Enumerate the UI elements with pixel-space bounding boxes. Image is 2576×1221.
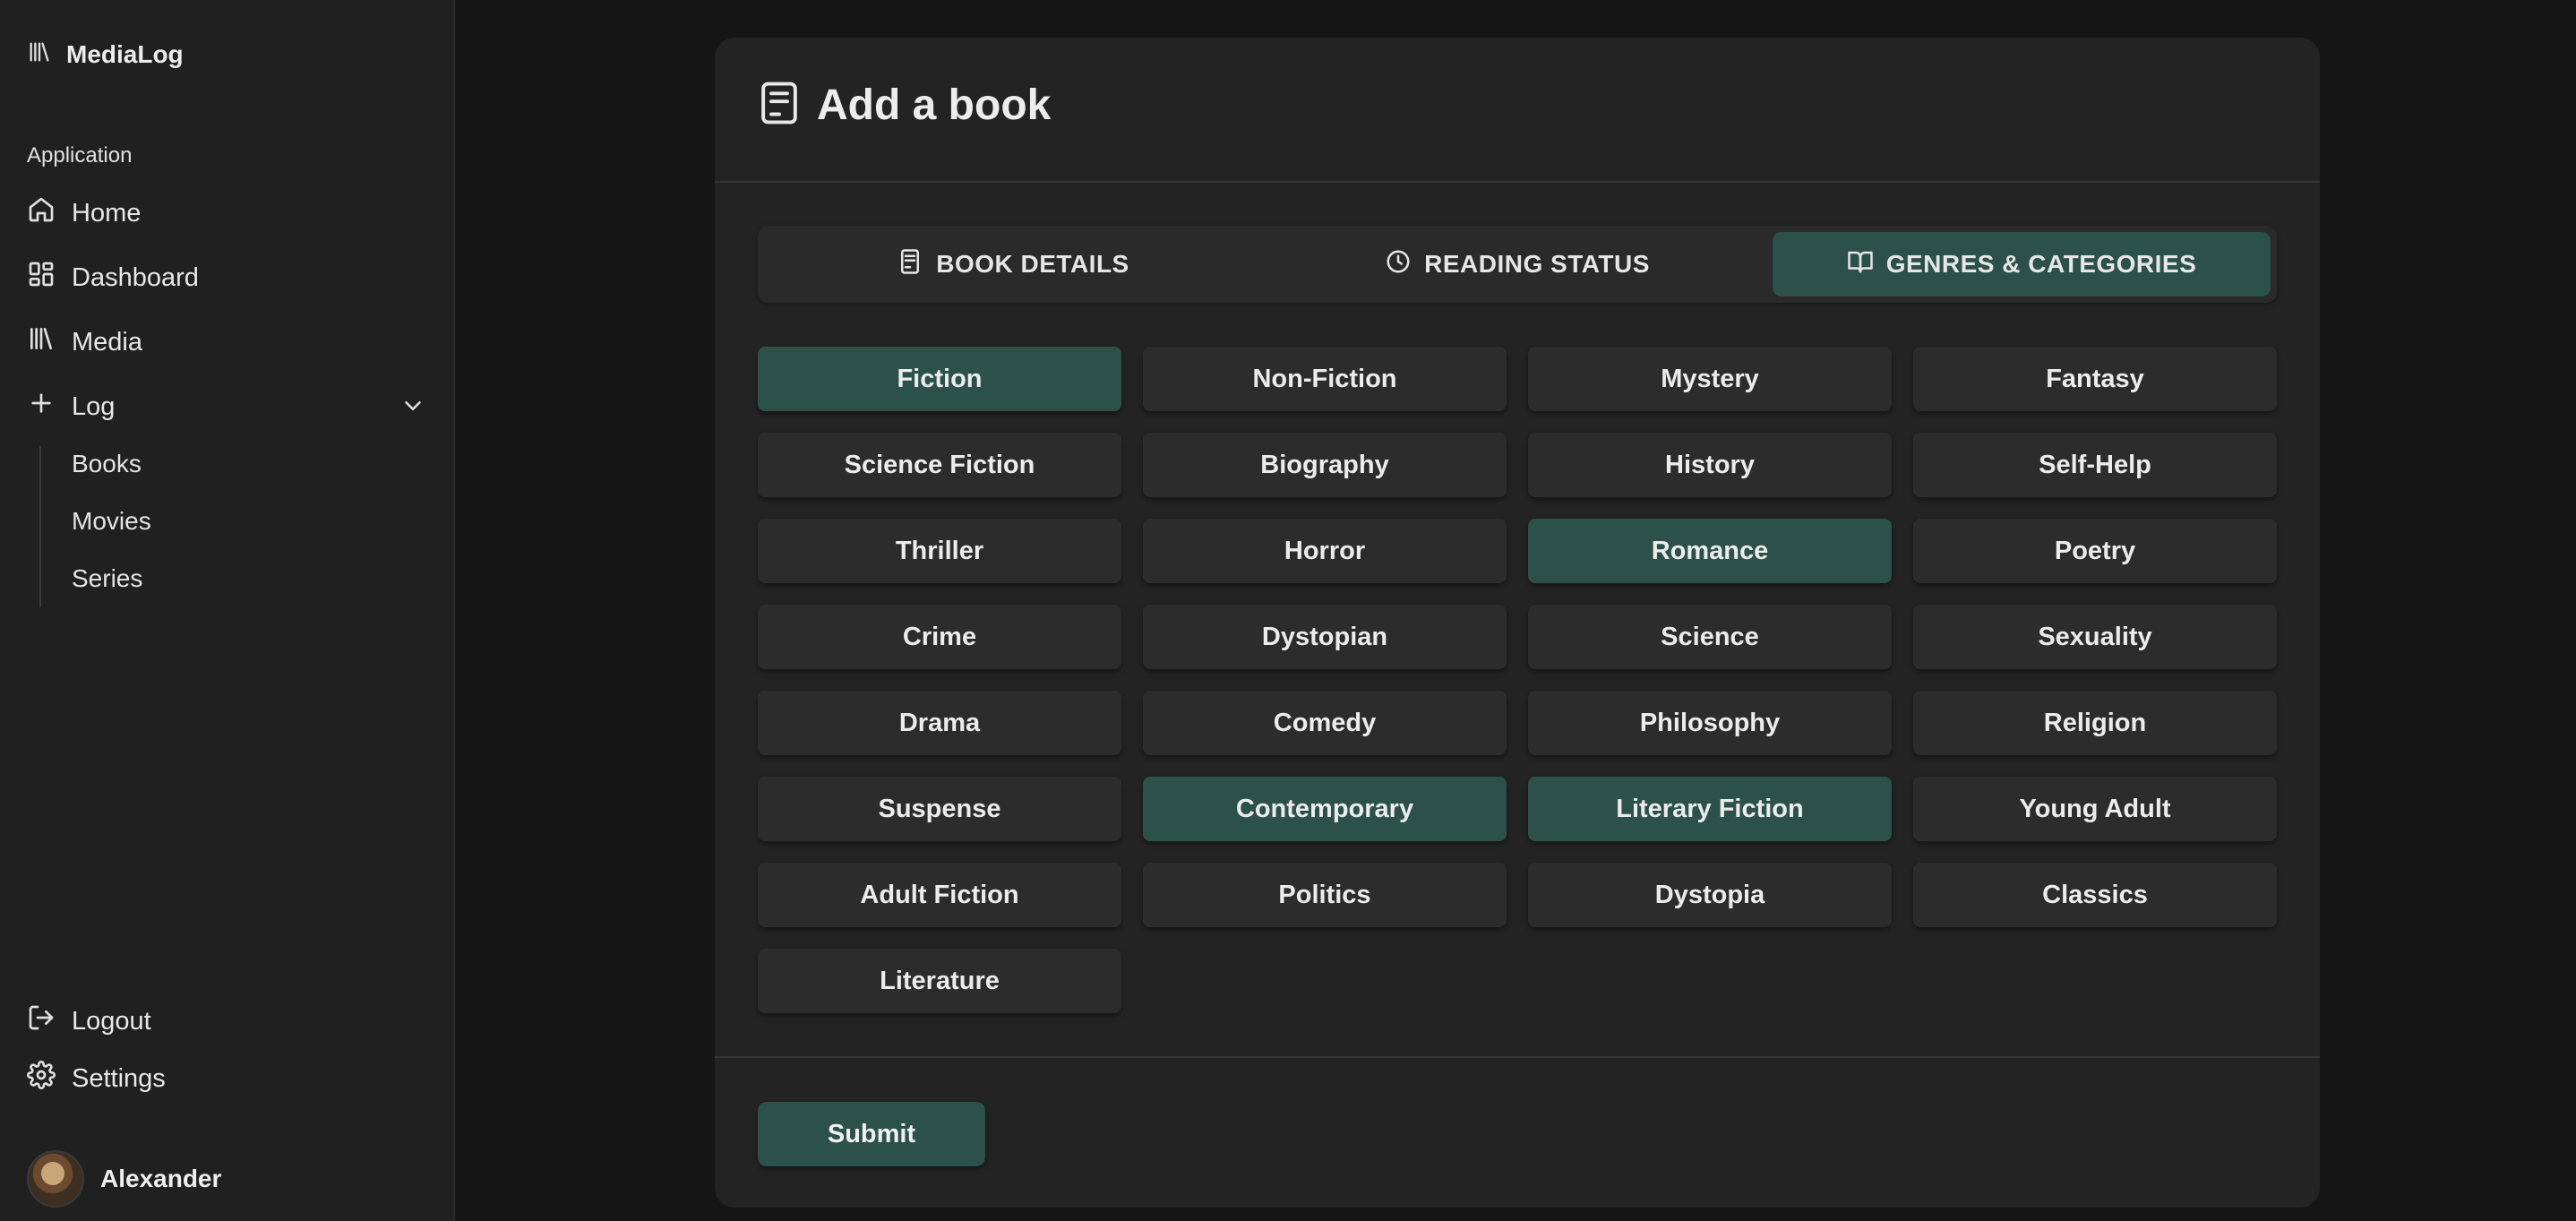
genre-chip[interactable]: Sexuality	[1913, 605, 2277, 669]
sidebar-item-label: Dashboard	[72, 262, 199, 292]
genre-chip[interactable]: Religion	[1913, 691, 2277, 755]
genre-chip[interactable]: Fiction	[758, 347, 1121, 411]
genre-chip[interactable]: Horror	[1143, 519, 1507, 583]
genre-chip[interactable]: Science Fiction	[758, 433, 1121, 497]
sidebar-subitem-books[interactable]: Books	[72, 450, 142, 478]
user-profile[interactable]: Alexander	[27, 1150, 221, 1208]
genre-chip[interactable]: Non-Fiction	[1143, 347, 1507, 411]
page-title: Add a book	[760, 81, 1051, 130]
logout-label: Logout	[72, 1006, 151, 1036]
genre-chip[interactable]: Thriller	[758, 519, 1121, 583]
sidebar-item-label: Log	[72, 391, 116, 421]
sidebar-item-label: Home	[72, 198, 142, 228]
genre-chip[interactable]: Philosophy	[1528, 691, 1892, 755]
open-book-icon	[1847, 248, 1874, 281]
document-icon	[760, 81, 799, 130]
sidebar-item-home[interactable]: Home	[27, 193, 141, 233]
sidebar-subitem-movies[interactable]: Movies	[72, 507, 151, 536]
genre-chip[interactable]: Contemporary	[1143, 777, 1507, 841]
footer-divider	[715, 1056, 2320, 1058]
genre-chip[interactable]: Comedy	[1143, 691, 1507, 755]
app-name: MediaLog	[66, 39, 184, 68]
card-header: Add a book	[715, 38, 2320, 183]
gear-icon	[27, 1061, 56, 1096]
tab-label: READING STATUS	[1424, 250, 1650, 278]
avatar	[27, 1150, 84, 1208]
genre-chip[interactable]: Literary Fiction	[1528, 777, 1892, 841]
genre-chip[interactable]: Poetry	[1913, 519, 2277, 583]
tab-book-details[interactable]: BOOK DETAILS	[764, 232, 1262, 297]
genre-chip[interactable]: Classics	[1913, 863, 2277, 927]
plus-icon	[27, 389, 56, 425]
genre-chip[interactable]: Suspense	[758, 777, 1121, 841]
sidebar-item-media[interactable]: Media	[27, 322, 142, 362]
tab-genres-categories[interactable]: GENRES & CATEGORIES	[1773, 232, 2271, 297]
dashboard-icon	[27, 260, 56, 296]
genre-chip[interactable]: Drama	[758, 691, 1121, 755]
logout-icon	[27, 1003, 56, 1039]
user-name: Alexander	[100, 1165, 222, 1192]
genre-chip[interactable]: Mystery	[1528, 347, 1892, 411]
title-text: Add a book	[817, 82, 1052, 129]
genre-chip[interactable]: Crime	[758, 605, 1121, 669]
document-icon	[897, 248, 923, 281]
logout-button[interactable]: Logout	[27, 1002, 151, 1041]
library-icon	[27, 324, 56, 360]
section-label: Application	[27, 143, 133, 168]
genre-chip[interactable]: Romance	[1528, 519, 1892, 583]
genre-chip[interactable]: Literature	[758, 949, 1121, 1013]
brand[interactable]: MediaLog	[27, 39, 184, 69]
sidebar-subitem-series[interactable]: Series	[72, 564, 142, 593]
add-book-card: Add a book BOOK DETAILS READING STATUS G…	[715, 38, 2320, 1208]
genre-chip[interactable]: Self-Help	[1913, 433, 2277, 497]
genre-chip[interactable]: Dystopia	[1528, 863, 1892, 927]
chevron-down-icon[interactable]	[399, 392, 426, 419]
sidebar-item-label: Media	[72, 327, 142, 357]
genre-chip[interactable]: Biography	[1143, 433, 1507, 497]
genre-chip[interactable]: Dystopian	[1143, 605, 1507, 669]
clock-icon	[1385, 248, 1412, 281]
genre-chip[interactable]: History	[1528, 433, 1892, 497]
home-icon	[27, 195, 56, 231]
sidebar-item-log[interactable]: Log	[27, 387, 115, 426]
genre-chip[interactable]: Fantasy	[1913, 347, 2277, 411]
submit-button[interactable]: Submit	[758, 1102, 985, 1166]
tab-reading-status[interactable]: READING STATUS	[1268, 232, 1766, 297]
tab-label: BOOK DETAILS	[936, 250, 1129, 278]
genre-chip[interactable]: Politics	[1143, 863, 1507, 927]
genre-chip[interactable]: Adult Fiction	[758, 863, 1121, 927]
sidebar: MediaLog Application Home Dashboard Medi…	[0, 0, 455, 1221]
settings-button[interactable]: Settings	[27, 1059, 166, 1098]
settings-label: Settings	[72, 1063, 166, 1093]
sidebar-item-dashboard[interactable]: Dashboard	[27, 258, 199, 297]
library-icon	[27, 39, 52, 69]
genre-chip[interactable]: Science	[1528, 605, 1892, 669]
submenu-divider	[39, 446, 41, 607]
tab-bar: BOOK DETAILS READING STATUS GENRES & CAT…	[758, 226, 2277, 303]
genre-chip[interactable]: Young Adult	[1913, 777, 2277, 841]
tab-label: GENRES & CATEGORIES	[1885, 250, 2197, 278]
